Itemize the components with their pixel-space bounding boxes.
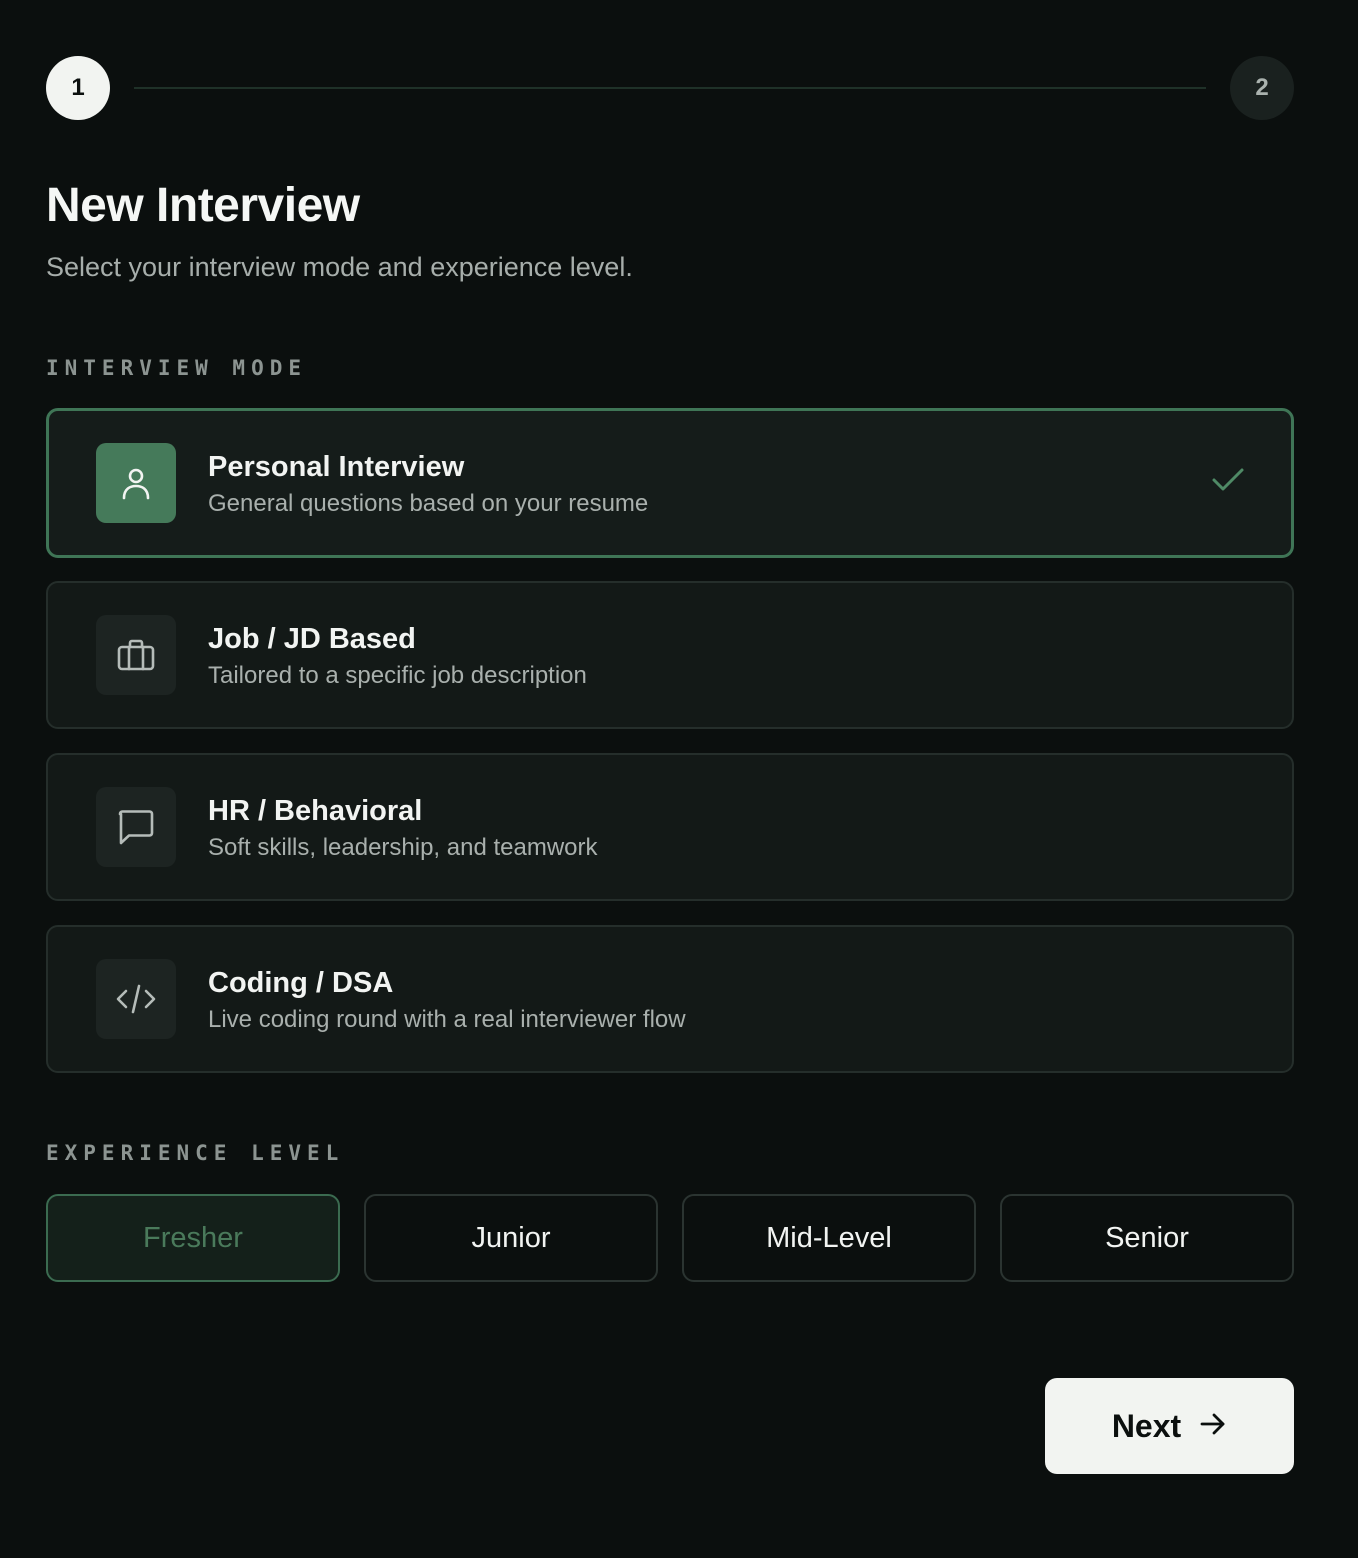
page-subtitle: Select your interview mode and experienc…	[46, 252, 633, 282]
mode-option-coding-dsa[interactable]: Coding / DSA Live coding round with a re…	[46, 925, 1294, 1073]
step-1-indicator[interactable]: 1	[46, 56, 110, 120]
page-title: New Interview	[46, 179, 360, 232]
mode-option-title: Coding / DSA	[208, 967, 394, 999]
step-2-indicator[interactable]: 2	[1230, 56, 1294, 120]
mode-option-hr-behavioral[interactable]: HR / Behavioral Soft skills, leadership,…	[46, 753, 1294, 901]
mode-option-description: General questions based on your resume	[208, 490, 649, 517]
mode-option-title: Personal Interview	[208, 451, 465, 483]
mode-option-personal-interview[interactable]: Personal Interview General questions bas…	[46, 408, 1294, 558]
mode-option-title: Job / JD Based	[208, 623, 416, 655]
experience-option-junior[interactable]: Junior	[364, 1194, 658, 1282]
experience-level-label: EXPERIENCE LEVEL	[46, 1141, 345, 1165]
user-icon	[96, 443, 176, 523]
mode-option-description: Live coding round with a real interviewe…	[208, 1006, 686, 1033]
new-interview-page: 1 2 New Interview Select your interview …	[0, 0, 1358, 1558]
mode-option-description: Tailored to a specific job description	[208, 662, 587, 689]
briefcase-icon	[96, 615, 176, 695]
mode-option-title: HR / Behavioral	[208, 795, 423, 827]
mode-option-job-jd-based[interactable]: Job / JD Based Tailored to a specific jo…	[46, 581, 1294, 729]
mode-option-description: Soft skills, leadership, and teamwork	[208, 834, 598, 861]
chat-bubble-icon	[96, 787, 176, 867]
experience-option-mid-level[interactable]: Mid-Level	[682, 1194, 976, 1282]
stepper-connector	[134, 87, 1206, 89]
interview-mode-label: INTERVIEW MODE	[46, 356, 308, 380]
check-icon	[1211, 466, 1245, 499]
experience-option-fresher[interactable]: Fresher	[46, 1194, 340, 1282]
arrow-right-icon	[1199, 1408, 1227, 1445]
next-button-label: Next	[1111, 1407, 1182, 1444]
next-button[interactable]: Next	[1045, 1378, 1294, 1474]
stepper: 1 2	[46, 56, 1294, 120]
experience-option-senior[interactable]: Senior	[1000, 1194, 1294, 1282]
code-icon	[96, 959, 176, 1039]
